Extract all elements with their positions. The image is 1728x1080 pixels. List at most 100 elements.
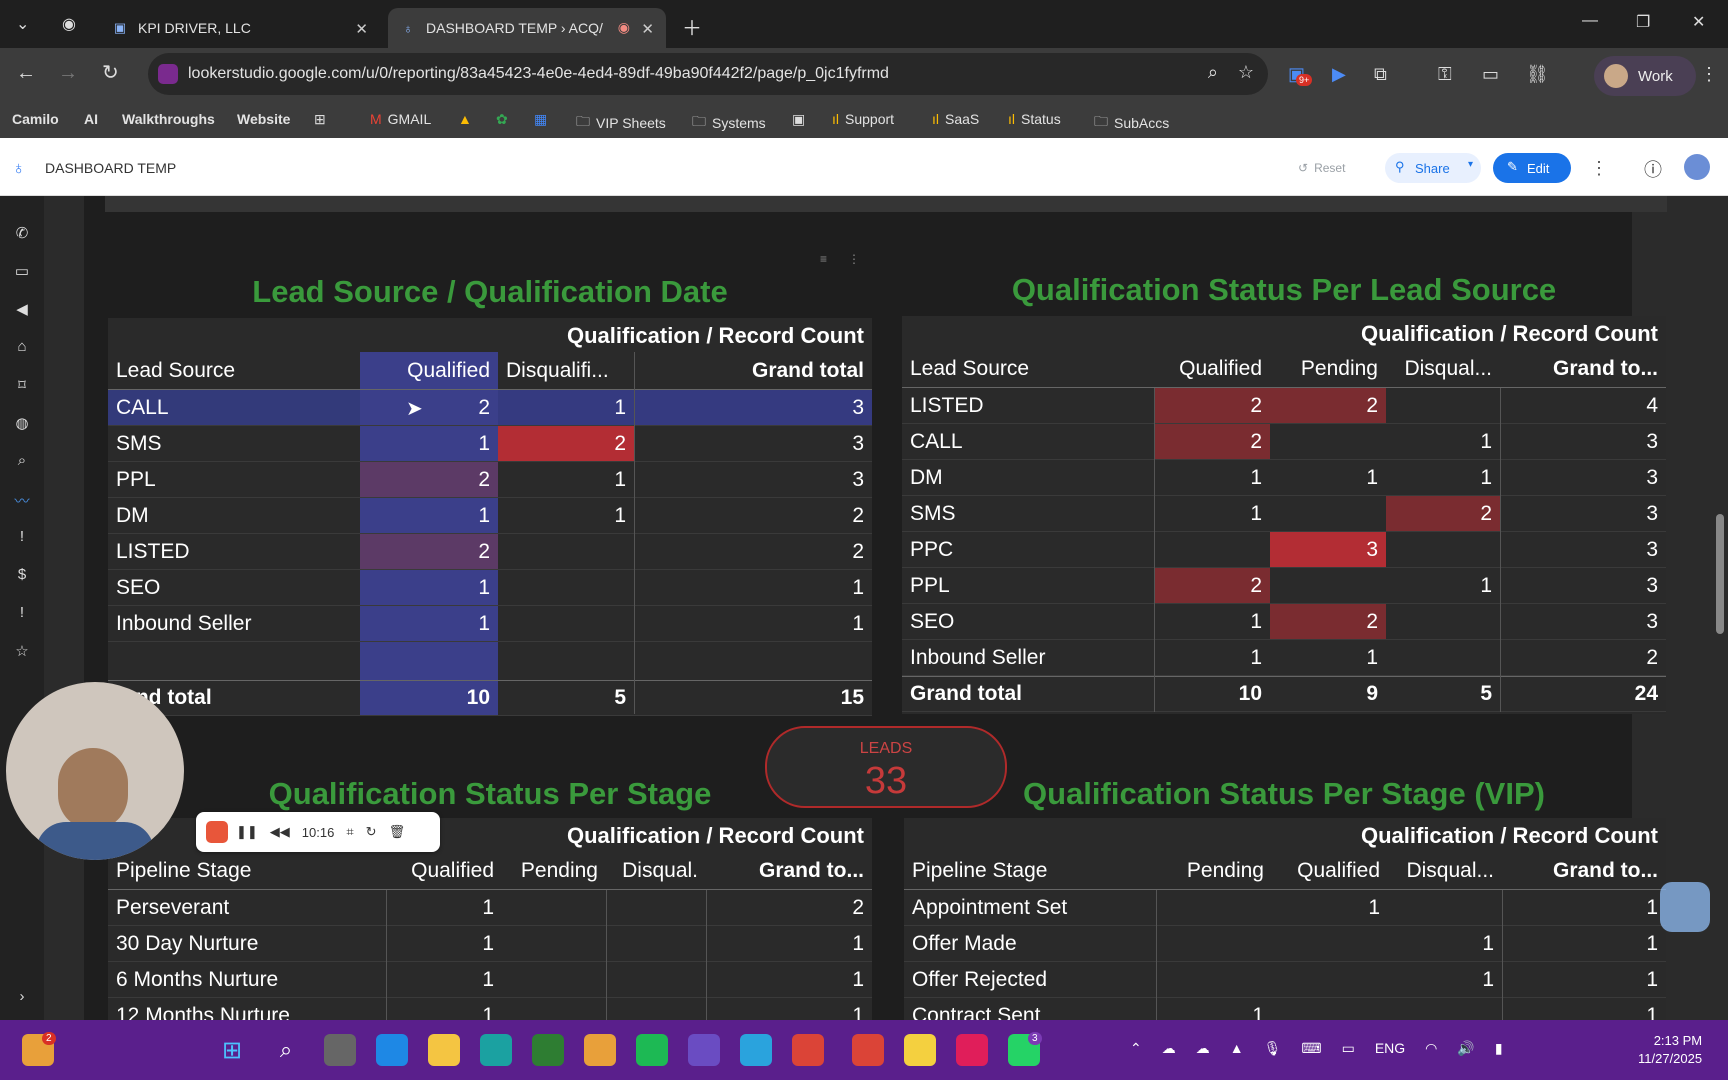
cast-icon[interactable]: ▶	[1332, 64, 1346, 85]
new-tab-icon[interactable]: ＋	[682, 12, 702, 41]
restore-icon[interactable]: ❐	[1636, 12, 1650, 32]
spotify-icon[interactable]	[636, 1034, 668, 1066]
telegram-icon[interactable]	[740, 1034, 772, 1066]
header-disqualified[interactable]: Disqualifi...	[498, 352, 634, 389]
table-row[interactable]: Inbound Seller 1 1	[108, 606, 872, 642]
account-avatar[interactable]	[1684, 154, 1710, 180]
grid-icon[interactable]: ⌗	[346, 824, 353, 840]
header-lead-source[interactable]: Lead Source	[902, 350, 1154, 387]
table-row[interactable]: 12 Months Nurture 1 1	[108, 998, 872, 1021]
tray-chevron-icon[interactable]: ⌃	[1130, 1040, 1142, 1057]
bookmark-calendar[interactable]: ▦	[534, 111, 553, 128]
bookmark-star-icon[interactable]: ☆	[1238, 62, 1254, 83]
close-tab-icon[interactable]: ✕	[641, 20, 654, 38]
restart-icon[interactable]: ↻	[366, 824, 377, 840]
extensions-puzzle-icon[interactable]: ⧉	[1374, 64, 1387, 85]
header-qualified[interactable]: Qualified	[1154, 350, 1270, 387]
bookmark-systems[interactable]: 🗀 Systems	[692, 111, 766, 135]
menu-icon[interactable]: ⋮	[1700, 64, 1718, 85]
search-icon[interactable]: ⌕	[270, 1034, 302, 1066]
header-pipeline-stage[interactable]: Pipeline Stage	[904, 852, 1156, 889]
sticky-notes-icon[interactable]	[904, 1034, 936, 1066]
tray-display-icon[interactable]: ▭	[1342, 1040, 1355, 1057]
m365-icon[interactable]	[688, 1034, 720, 1066]
tab-kpi-driver[interactable]: ▣ KPI DRIVER, LLC ✕	[100, 8, 380, 48]
tab-search-icon[interactable]: ⌄	[16, 14, 29, 34]
table-row[interactable]: SEO 1 1	[108, 570, 872, 606]
record-icon[interactable]: ◉	[62, 14, 76, 34]
tab-dashboard-temp[interactable]: ♁ DASHBOARD TEMP › ACQ/ ◉ ✕	[388, 8, 666, 48]
task-view-icon[interactable]	[324, 1034, 356, 1066]
table-row[interactable]: Inbound Seller 1 1 2	[902, 640, 1666, 676]
bookmark-subaccs[interactable]: 🗀 SubAccs	[1094, 111, 1169, 135]
link-icon[interactable]: ⛓	[1526, 64, 1549, 85]
bookmark-support[interactable]: ıl Support	[832, 111, 894, 127]
bookmark-vip-sheets[interactable]: 🗀 VIP Sheets	[576, 111, 666, 135]
password-key-icon[interactable]: ⚿	[1438, 64, 1452, 85]
card-icon[interactable]: ▭	[1482, 64, 1499, 85]
zoom-icon[interactable]: ⌕	[1208, 62, 1218, 83]
expand-icon[interactable]: ›	[12, 988, 32, 1008]
table-row[interactable]: PPL 2 1 3	[108, 462, 872, 498]
table-row[interactable]: SMS 1 2 3	[902, 496, 1666, 532]
table-row[interactable]: SEO 1 2 3	[902, 604, 1666, 640]
pause-icon[interactable]: ❚❚	[236, 824, 258, 840]
table-row[interactable]: Contract Sent 1 1	[904, 998, 1666, 1021]
edge-dev-icon[interactable]	[532, 1034, 564, 1066]
star-icon[interactable]: ☆	[12, 642, 32, 662]
globe-icon[interactable]: ◍	[12, 414, 32, 434]
share-dropdown-icon[interactable]: ▾	[1468, 159, 1473, 170]
start-icon[interactable]: ⊞	[216, 1034, 248, 1066]
bookmark-website[interactable]: Website	[237, 111, 290, 127]
header-disqualified[interactable]: Disqual...	[1386, 350, 1500, 387]
dollar-icon[interactable]: $	[12, 566, 32, 586]
battery-icon[interactable]: ▮	[1495, 1040, 1503, 1057]
table-row[interactable]: CALL 2 1 3	[902, 424, 1666, 460]
bookmark-walkthroughs[interactable]: Walkthroughs	[122, 111, 215, 127]
header-pending[interactable]: Pending	[1270, 350, 1386, 387]
bookmark-ext[interactable]: ▣	[792, 111, 811, 128]
header-qualified[interactable]: Qualified	[1272, 852, 1388, 889]
phone-icon[interactable]: ✆	[12, 224, 32, 244]
bookmark-ai[interactable]: AI	[84, 111, 98, 127]
floating-widget-icon[interactable]	[1660, 882, 1710, 932]
header-grand-total[interactable]: Grand to...	[706, 852, 872, 889]
tray-keyboard-icon[interactable]: ⌨	[1301, 1040, 1321, 1057]
grand-total-row[interactable]: rand total 10 5 15	[108, 680, 872, 716]
search-icon[interactable]: ⌕	[12, 452, 32, 472]
chart-menu-icon[interactable]: ⋮	[848, 252, 860, 266]
header-qualified[interactable]: Qualified	[386, 852, 502, 889]
chart-icon[interactable]: 〰	[12, 490, 32, 510]
profile-button[interactable]: Work	[1594, 56, 1696, 96]
back-icon[interactable]: ←	[16, 62, 36, 84]
tag-icon[interactable]: ⌑	[12, 376, 32, 396]
rewind-icon[interactable]: ◀◀	[270, 824, 290, 840]
bookmark-apps[interactable]: ⊞	[314, 111, 332, 128]
site-info-icon[interactable]	[158, 64, 178, 84]
table-row[interactable]: Appointment Set 1 1	[904, 890, 1666, 926]
volume-icon[interactable]: 🔊	[1457, 1040, 1474, 1057]
wifi-icon[interactable]: ◠	[1425, 1040, 1437, 1057]
reload-icon[interactable]: ↻	[102, 62, 119, 84]
table-row[interactable]: SMS 1 2 3	[108, 426, 872, 462]
file-explorer-icon[interactable]	[428, 1034, 460, 1066]
forward-icon[interactable]: →	[58, 62, 78, 84]
bookmark-status[interactable]: ıl Status	[1008, 111, 1061, 127]
header-grand-total[interactable]: Grand to...	[1502, 852, 1666, 889]
language-indicator[interactable]: ENG	[1375, 1040, 1405, 1057]
slack-icon[interactable]	[956, 1034, 988, 1066]
table-row[interactable]: DM 1 1 2	[108, 498, 872, 534]
table-row[interactable]: LISTED 2 2 4	[902, 388, 1666, 424]
help-icon[interactable]: ⓘ	[1644, 156, 1662, 182]
tray-mic-icon[interactable]: 🎙	[1264, 1040, 1282, 1057]
grand-total-row[interactable]: Grand total 10 9 5 24	[902, 676, 1666, 712]
bookmark-saas[interactable]: ıl SaaS	[932, 111, 979, 127]
reset-button[interactable]: ↺ Reset	[1298, 153, 1345, 183]
close-tab-icon[interactable]: ✕	[355, 20, 368, 38]
close-window-icon[interactable]: ✕	[1692, 12, 1705, 32]
table-row[interactable]: Perseverant 1 2	[108, 890, 872, 926]
share-button[interactable]: ⚲ Share ▾	[1385, 153, 1481, 183]
table-row[interactable]: LISTED 2 2	[108, 534, 872, 570]
header-qualified[interactable]: Qualified	[360, 352, 498, 389]
photos-app-icon[interactable]	[376, 1034, 408, 1066]
